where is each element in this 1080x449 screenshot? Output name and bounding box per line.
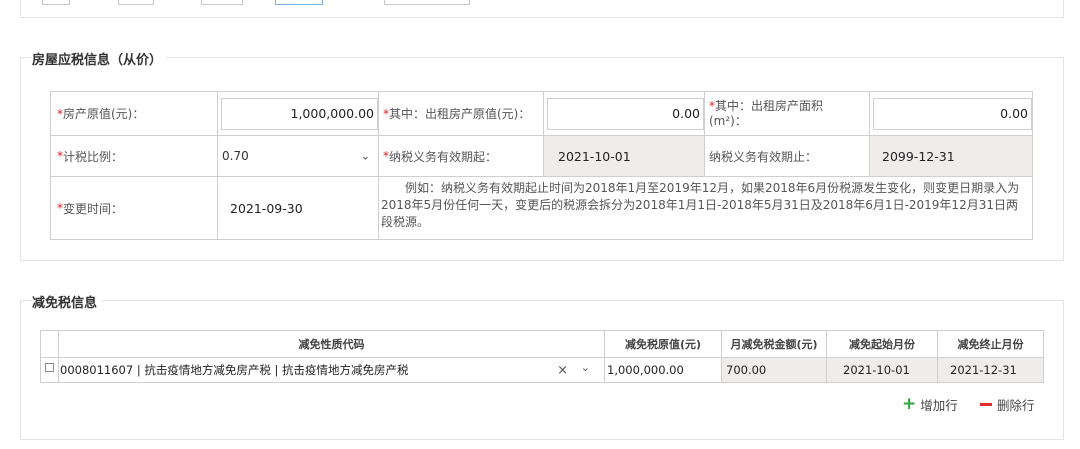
delete-row-label: 删除行 <box>997 398 1035 413</box>
relief-code-select[interactable]: 0008011607 | 抗击疫情地方减免房产税 | 抗击疫情地方减免房产税 ×… <box>58 357 605 383</box>
clear-icon[interactable]: × <box>557 363 568 378</box>
obligation-start-value: 2021-10-01 <box>543 135 705 177</box>
top-panel-fragment <box>20 0 1064 18</box>
tax-ratio-label-cell: * 计税比例： <box>50 135 218 177</box>
column-header-start-month: 减免起始月份 <box>826 330 938 358</box>
top-input-stub[interactable] <box>42 0 70 5</box>
relief-section-title: 减免税信息 <box>32 292 102 311</box>
row-checkbox[interactable] <box>45 363 54 372</box>
original-value-label-cell: * 房产原值(元)： <box>50 91 218 136</box>
chevron-down-icon[interactable]: ⌄ <box>581 361 590 374</box>
delete-row-button[interactable]: 删除行 <box>980 395 1035 414</box>
obligation-end-label: 纳税义务有效期止： <box>709 149 818 164</box>
column-header-relief-value: 减免税原值(元) <box>604 330 722 358</box>
top-input-stub[interactable] <box>275 0 323 5</box>
select-column-header <box>40 330 59 358</box>
chevron-down-icon[interactable]: ⌄ <box>361 150 370 163</box>
rented-area-cell: 0.00 <box>869 91 1033 136</box>
column-header-end-month: 减免终止月份 <box>937 330 1044 358</box>
tax-ratio-select[interactable]: 0.70 ⌄ <box>217 135 379 177</box>
relief-code-value: 0008011607 | 抗击疫情地方减免房产税 | 抗击疫情地方减免房产税 <box>60 363 409 377</box>
change-time-cell: 2021-09-30 <box>217 176 379 240</box>
original-value-input[interactable]: 1,000,000.00 <box>221 97 378 130</box>
change-time-input[interactable]: 2021-09-30 <box>220 193 378 223</box>
rented-area-input[interactable]: 0.00 <box>873 97 1032 130</box>
change-time-label: 变更时间： <box>63 201 124 216</box>
original-value-label: 房产原值(元)： <box>63 107 145 121</box>
obligation-start-label: 纳税义务有效期起： <box>389 149 498 164</box>
minus-icon <box>980 403 992 406</box>
rented-value-label-cell: * 其中：出租房产原值(元)： <box>378 91 544 136</box>
house-tax-section-title: 房屋应税信息（从价） <box>32 49 167 68</box>
add-row-label: 增加行 <box>920 398 958 413</box>
change-time-example: 例如：纳税义务有效期起止时间为2018年1月至2019年12月，如果2018年6… <box>378 176 1033 240</box>
rented-area-label: 其中：出租房产面积(m²)： <box>709 98 824 128</box>
top-input-stub[interactable] <box>201 0 243 5</box>
top-input-stub[interactable] <box>118 0 154 5</box>
row-select-cell <box>40 357 59 383</box>
plus-icon: + <box>902 394 917 414</box>
monthly-amount-cell: 700.00 <box>721 357 827 383</box>
tax-ratio-label: 计税比例： <box>63 149 124 164</box>
add-row-button[interactable]: + 增加行 <box>902 395 958 414</box>
rented-value-label: 其中：出租房产原值(元)： <box>389 107 531 121</box>
obligation-start-label-cell: * 纳税义务有效期起： <box>378 135 544 177</box>
change-time-label-cell: * 变更时间： <box>50 176 218 240</box>
top-input-stub[interactable] <box>384 0 470 5</box>
column-header-code: 减免性质代码 <box>58 330 605 358</box>
start-month-cell: 2021-10-01 <box>826 357 938 383</box>
original-value-cell: 1,000,000.00 <box>217 91 379 136</box>
rented-area-label-cell: *其中：出租房产面积(m²)： <box>704 91 870 136</box>
end-month-cell: 2021-12-31 <box>937 357 1044 383</box>
rented-value-input[interactable]: 0.00 <box>547 97 704 130</box>
relief-value-cell[interactable]: 1,000,000.00 <box>604 357 722 383</box>
column-header-monthly-amount: 月减免税金额(元) <box>721 330 827 358</box>
obligation-end-label-cell: 纳税义务有效期止： <box>704 135 870 177</box>
rented-value-cell: 0.00 <box>543 91 705 136</box>
obligation-end-value: 2099-12-31 <box>869 135 1033 177</box>
tax-ratio-value: 0.70 <box>222 149 249 163</box>
